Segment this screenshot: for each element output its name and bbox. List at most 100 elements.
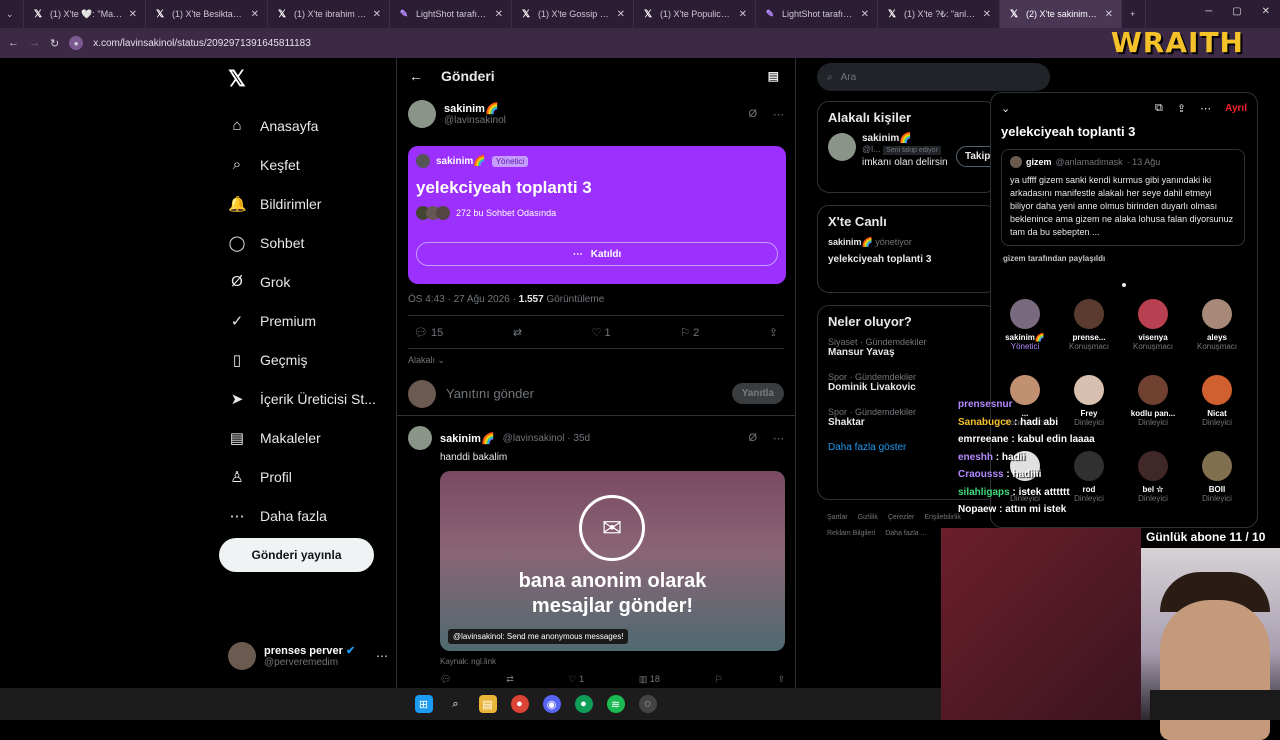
link-card[interactable]: ✉ bana anonim olarak mesajlar gönder! @la… — [440, 471, 785, 651]
share-icon[interactable]: ⇪ — [777, 674, 785, 685]
chrome-icon[interactable]: ● — [510, 695, 529, 713]
nav-item-1[interactable]: ⌕ Keşfet — [218, 145, 396, 184]
footer-link[interactable]: Şartlar — [827, 510, 848, 526]
footer-link[interactable]: Erişilebilirlik — [924, 510, 961, 526]
post-time[interactable]: ÖS 4:43 · 27 Ağu 2026 · — [408, 294, 519, 305]
close-icon[interactable]: ✕ — [129, 9, 137, 20]
share-icon[interactable]: ⇪ — [769, 326, 778, 339]
participant[interactable]: aleys Konuşmacı — [1185, 299, 1249, 371]
minimize-icon[interactable]: ─ — [1205, 6, 1212, 17]
chrome-icon[interactable]: ● — [574, 695, 593, 713]
reply-post[interactable]: sakinim🌈 @lavinsakinol · 35d Ø ⋯ handdi … — [397, 416, 795, 695]
post-author-name[interactable]: sakinim🌈 — [444, 102, 740, 115]
picture-in-picture-icon[interactable]: ⧉ — [1155, 102, 1163, 115]
close-icon[interactable]: ✕ — [861, 9, 869, 20]
avatar[interactable] — [408, 100, 436, 128]
back-arrow-icon[interactable]: ← — [409, 68, 423, 84]
x-logo-icon[interactable]: 𝕏 — [228, 66, 396, 92]
back-icon[interactable]: ← — [8, 37, 19, 49]
more-icon[interactable]: ⋯ — [376, 649, 388, 663]
search-input[interactable]: ⌕ Ara — [817, 63, 1050, 91]
browser-tab[interactable]: ✎ LightShot tarafından ✕ — [390, 0, 512, 28]
nav-item-10[interactable]: ⋯ Daha fazla — [218, 496, 396, 535]
leave-button[interactable]: Ayrıl — [1225, 103, 1247, 114]
spotify-icon[interactable]: ≋ — [606, 695, 625, 713]
post-author-handle[interactable]: @lavinsakinol — [444, 115, 740, 126]
space-card[interactable]: sakinim🌈 Yönetici yelekciyeah toplanti 3… — [408, 146, 786, 284]
trend-item[interactable]: Siyaset · Gündemdekiler Mansur Yavaş — [828, 337, 986, 358]
forward-icon[interactable]: → — [29, 37, 40, 49]
search-icon[interactable]: ⌕ — [447, 695, 465, 713]
footer-link[interactable]: Gizlilik — [858, 510, 878, 526]
person-name[interactable]: sakinim🌈 — [862, 133, 948, 144]
reader-icon[interactable]: ▤ — [768, 69, 779, 83]
site-info-icon[interactable]: ● — [69, 36, 84, 50]
browser-tab[interactable]: 𝕏 (2) X'te sakinim🌈 ✕ — [1000, 0, 1122, 28]
close-icon[interactable]: ✕ — [251, 9, 259, 20]
trend-item[interactable]: Spor · Gündemdekiler Dominik Livakovic — [828, 372, 986, 393]
card-source[interactable]: Kaynak: ngl.link — [440, 657, 784, 666]
browser-tab[interactable]: 𝕏 (1) X'te ibrahim Hask ✕ — [268, 0, 390, 28]
repost-icon[interactable]: ⇄ — [513, 326, 522, 339]
close-icon[interactable]: ✕ — [1262, 6, 1270, 17]
reply-button[interactable]: Yanıtla — [731, 383, 784, 404]
bookmark-action[interactable]: ⚐ 2 — [680, 326, 699, 339]
share-icon[interactable]: ⇪ — [1177, 102, 1186, 115]
more-icon[interactable]: ⋯ — [773, 108, 784, 121]
tab-list-button[interactable]: ⌄ — [0, 0, 24, 28]
like-action[interactable]: ♡ 1 — [568, 674, 584, 685]
pinned-post-card[interactable]: gizem @anlamadimask · 13 Ağu ya uffff gize… — [1001, 149, 1245, 246]
close-icon[interactable]: ✕ — [1105, 9, 1113, 20]
grok-icon[interactable]: Ø — [748, 432, 757, 444]
nav-item-6[interactable]: ▯ Geçmiş — [218, 340, 396, 379]
footer-link[interactable]: Daha fazla ... — [885, 526, 926, 542]
footer-link[interactable]: Çerezler — [888, 510, 914, 526]
account-switcher[interactable]: prenses perver ✔ @perveremedim ⋯ — [228, 642, 388, 670]
close-icon[interactable]: ✕ — [739, 9, 747, 20]
nav-item-5[interactable]: ✓ Premium — [218, 301, 396, 340]
close-icon[interactable]: ✕ — [617, 9, 625, 20]
discord-icon[interactable]: ◉ — [542, 695, 561, 713]
new-tab-button[interactable]: + — [1122, 0, 1146, 28]
participant[interactable]: prense... Konuşmacı — [1057, 299, 1121, 371]
browser-tab[interactable]: 𝕏 (1) X'te 🤍: "Manifest ✕ — [24, 0, 146, 28]
grok-icon[interactable]: Ø — [748, 108, 757, 120]
nav-item-9[interactable]: ♙ Profil — [218, 457, 396, 496]
footer-link[interactable]: Reklam Bilgileri — [827, 526, 875, 542]
repost-icon[interactable]: ⇄ — [506, 674, 514, 685]
collapse-icon[interactable]: ⌄ — [1001, 102, 1010, 115]
url-field[interactable]: x.com/lavinsakinol/status/20929713916458… — [93, 38, 311, 49]
reload-icon[interactable]: ↻ — [50, 37, 59, 50]
app-icon[interactable]: ◌ — [638, 695, 657, 713]
avatar[interactable] — [828, 133, 856, 161]
reply-icon[interactable]: 💬︎ — [440, 674, 451, 685]
browser-tab[interactable]: ✎ LightShot tarafından ✕ — [756, 0, 878, 28]
like-action[interactable]: ♡ 1 — [592, 326, 611, 339]
post-author-handle[interactable]: @lavinsakinol · 35d — [503, 433, 741, 444]
reply-action[interactable]: 💬︎ 15 — [414, 326, 443, 339]
live-host[interactable]: sakinim🌈 — [828, 237, 873, 247]
nav-item-4[interactable]: Ø Grok — [218, 262, 396, 301]
nav-item-2[interactable]: 🔔 Bildirimler — [218, 184, 396, 223]
avatar[interactable] — [408, 426, 432, 450]
maximize-icon[interactable]: ▢ — [1232, 6, 1241, 17]
reply-input[interactable]: Yanıtını gönder — [446, 386, 722, 401]
close-icon[interactable]: ✕ — [373, 9, 381, 20]
bookmark-icon[interactable]: ⚐ — [715, 674, 723, 685]
close-icon[interactable]: ✕ — [495, 9, 503, 20]
more-icon[interactable]: ⋯ — [1200, 102, 1211, 115]
browser-tab[interactable]: 𝕏 (1) X'te ?₺: "anlık gizem ✕ — [878, 0, 1000, 28]
participant[interactable]: visenya Konuşmacı — [1121, 299, 1185, 371]
participant[interactable]: Nicat Dinleyici — [1185, 375, 1249, 447]
start-icon[interactable]: ⊞ — [414, 695, 433, 713]
post-author-name[interactable]: sakinim🌈 — [440, 432, 495, 445]
live-title[interactable]: yelekciyeah toplanti 3 — [828, 254, 986, 265]
browser-tab[interactable]: 𝕏 (1) X'te Gossip Maga ✕ — [512, 0, 634, 28]
views-action[interactable]: ▥ 18 — [639, 674, 660, 685]
close-icon[interactable]: ✕ — [983, 9, 991, 20]
post-button[interactable]: Gönderi yayınla — [219, 538, 374, 572]
nav-item-0[interactable]: ⌂ Anasayfa — [218, 106, 396, 145]
sort-dropdown[interactable]: Alakalı ⌄ — [408, 355, 784, 366]
nav-item-3[interactable]: ◯ Sohbet — [218, 223, 396, 262]
more-icon[interactable]: ⋯ — [773, 432, 784, 445]
